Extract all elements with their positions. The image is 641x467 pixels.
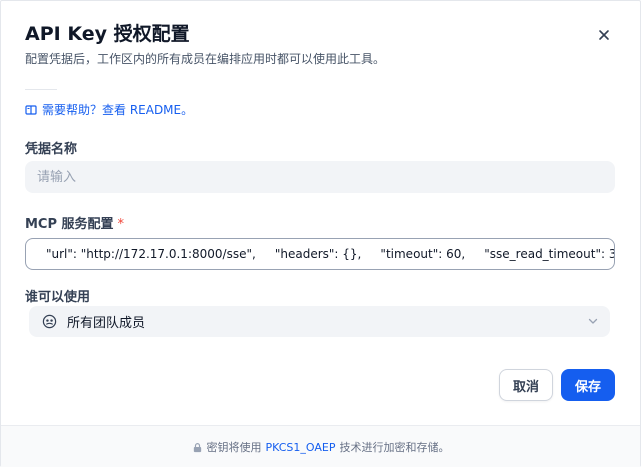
access-selected-value: 所有团队成员 xyxy=(67,316,146,331)
access-select[interactable]: 所有团队成员 xyxy=(29,306,610,337)
pkcs-link[interactable]: PKCS1_OAEP xyxy=(266,441,336,454)
book-icon xyxy=(25,104,37,115)
mcp-config-label: MCP 服务配置 * xyxy=(25,213,124,232)
chevron-down-icon xyxy=(588,318,598,324)
access-label: 谁可以使用 xyxy=(25,290,91,305)
close-icon xyxy=(599,30,609,40)
mcp-config-input[interactable]: "url": "http://172.17.0.1:8000/sse", "he… xyxy=(25,238,615,270)
help-link-text: 需要帮助？查看 README。 xyxy=(42,103,194,117)
footer-text-before: 密钥将使用 xyxy=(206,441,262,454)
mcp-config-label-text: MCP 服务配置 xyxy=(25,217,114,232)
encryption-footer: 密钥将使用 PKCS1_OAEP 技术进行加密和存储。 xyxy=(1,425,640,467)
divider xyxy=(25,89,57,90)
api-key-auth-dialog: API Key 授权配置 配置凭据后，工作区内的所有成员在编排应用时都可以使用此… xyxy=(0,0,641,467)
help-readme-link[interactable]: 需要帮助？查看 README。 xyxy=(25,101,193,118)
dialog-title: API Key 授权配置 xyxy=(25,23,190,45)
dialog-subtitle: 配置凭据后，工作区内的所有成员在编排应用时都可以使用此工具。 xyxy=(25,52,386,66)
team-members-icon xyxy=(41,314,57,330)
mcp-config-value: "url": "http://172.17.0.1:8000/sse", "he… xyxy=(46,247,615,261)
save-button[interactable]: 保存 xyxy=(561,369,615,401)
lock-icon xyxy=(193,442,201,452)
footer-text-after: 技术进行加密和存储。 xyxy=(339,441,450,454)
required-mark: * xyxy=(117,217,125,232)
credential-name-label: 凭据名称 xyxy=(25,142,78,157)
cancel-button[interactable]: 取消 xyxy=(499,369,553,401)
close-button[interactable] xyxy=(594,25,614,45)
credential-name-input[interactable] xyxy=(25,161,615,193)
